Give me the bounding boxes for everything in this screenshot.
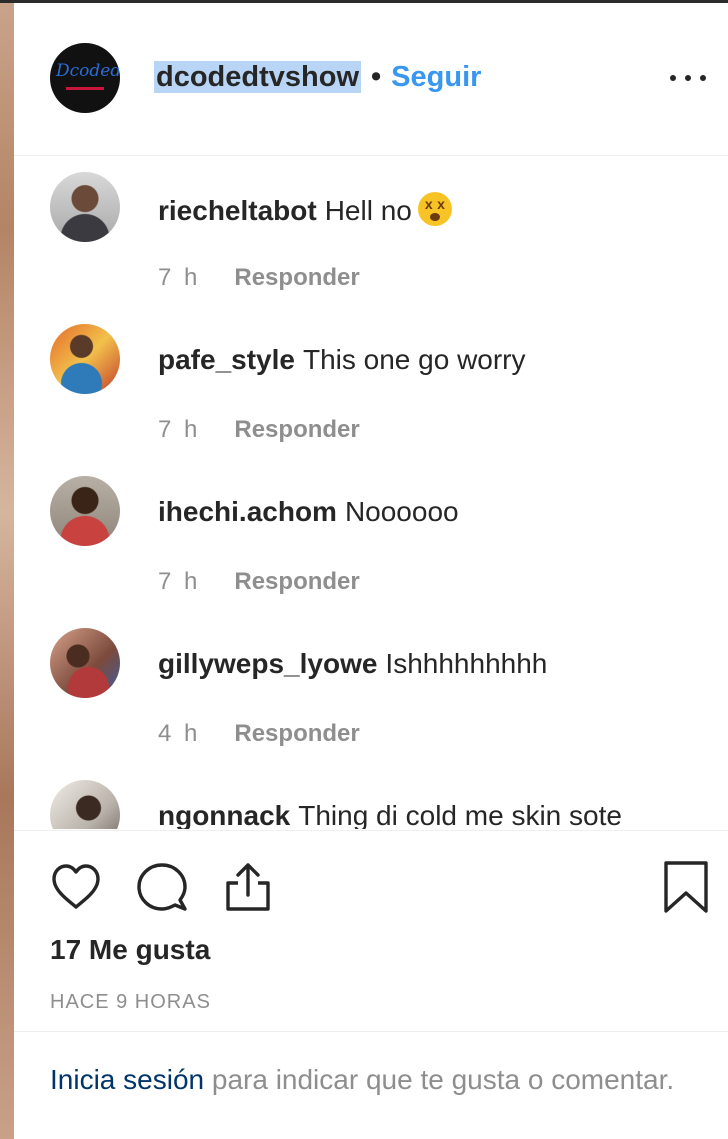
comment-body: This one go worry bbox=[302, 344, 526, 375]
commenter-avatar[interactable] bbox=[50, 476, 120, 546]
comment-text: ngonnack Thing di cold me skin sote bbox=[158, 800, 622, 829]
commenter-avatar[interactable] bbox=[50, 780, 120, 829]
post-timestamp: HACE 9 HORAS bbox=[50, 991, 211, 1013]
comment-meta: 4 h Responder bbox=[158, 720, 360, 748]
comment-time: 7 h bbox=[158, 568, 201, 595]
login-link[interactable]: Inicia sesión bbox=[50, 1064, 204, 1095]
comment-body: Thing di cold me skin sote bbox=[298, 800, 622, 829]
owner-line: dcodedtvshow • Seguir bbox=[154, 61, 481, 94]
comment-body: Noooooo bbox=[344, 496, 459, 527]
owner-username[interactable]: dcodedtvshow bbox=[154, 61, 362, 93]
post-header: Dcoded dcodedtvshow • Seguir bbox=[14, 3, 728, 156]
reply-button[interactable]: Responder bbox=[234, 264, 359, 291]
login-prompt: Inicia sesión para indicar que te gusta … bbox=[50, 1061, 690, 1099]
owner-avatar[interactable]: Dcoded bbox=[50, 43, 120, 113]
comment-body: Hell no bbox=[324, 195, 412, 226]
comments-list[interactable]: riecheltabotHell no 7 h Responder pafe_st… bbox=[14, 156, 728, 829]
comment-time: 7 h bbox=[158, 416, 201, 443]
comment-text: riecheltabot Hell no bbox=[158, 192, 452, 227]
commenter-avatar[interactable] bbox=[50, 172, 120, 242]
post-panel: Dcoded dcodedtvshow • Seguir riecheltabot H… bbox=[14, 3, 728, 1139]
reply-button[interactable]: Responder bbox=[234, 416, 359, 443]
follow-button[interactable]: Seguir bbox=[391, 61, 481, 93]
comment-meta: 7 h Responder bbox=[158, 264, 360, 292]
comment-text: pafe_style This one go worry bbox=[158, 344, 526, 376]
comment-body: Ishhhhhhhhh bbox=[385, 648, 548, 679]
more-options-icon[interactable] bbox=[668, 67, 708, 87]
comment-username[interactable]: pafe_style bbox=[158, 344, 295, 375]
login-prompt-text: para indicar que te gusta o comentar. bbox=[204, 1064, 675, 1095]
reply-button[interactable]: Responder bbox=[234, 720, 359, 747]
likes-count[interactable]: 17 Me gusta bbox=[50, 934, 210, 966]
dizzy-face-emoji-icon bbox=[417, 192, 452, 226]
heart-icon[interactable] bbox=[48, 859, 104, 915]
comment-meta: 7 h Responder bbox=[158, 416, 360, 444]
post-actions: 17 Me gusta HACE 9 HORAS bbox=[14, 830, 728, 1032]
comment-text: gillyweps_lyowe Ishhhhhhhhh bbox=[158, 648, 547, 680]
commenter-avatar[interactable] bbox=[50, 628, 120, 698]
share-icon[interactable] bbox=[220, 859, 276, 915]
separator-dot: • bbox=[371, 61, 382, 93]
comment-text: ihechi.achom Noooooo bbox=[158, 496, 459, 528]
comment-item: gillyweps_lyowe Ishhhhhhhhh 4 h Responder bbox=[14, 628, 728, 778]
owner-logo-bar bbox=[66, 87, 104, 90]
commenter-avatar[interactable] bbox=[50, 324, 120, 394]
bookmark-icon[interactable] bbox=[658, 859, 714, 915]
comment-item: ihechi.achom Noooooo 7 h Responder bbox=[14, 476, 728, 626]
comment-item: riecheltabotHell no 7 h Responder bbox=[14, 172, 728, 322]
background-photo-edge bbox=[0, 0, 14, 1139]
comment-item: pafe_style This one go worry 7 h Responder bbox=[14, 324, 728, 474]
comment-username[interactable]: gillyweps_lyowe bbox=[158, 648, 377, 679]
comment-time: 7 h bbox=[158, 264, 201, 291]
comment-icon[interactable] bbox=[134, 859, 190, 915]
comment-username[interactable]: ihechi.achom bbox=[158, 496, 337, 527]
comment-item: ngonnack Thing di cold me skin sote bbox=[14, 780, 728, 829]
comment-username[interactable]: ngonnack bbox=[158, 800, 290, 829]
reply-button[interactable]: Responder bbox=[234, 568, 359, 595]
comment-meta: 7 h Responder bbox=[158, 568, 360, 596]
owner-logo-icon: Dcoded bbox=[56, 61, 120, 81]
comment-time: 4 h bbox=[158, 720, 201, 747]
comment-username[interactable]: riecheltabot bbox=[158, 195, 317, 226]
